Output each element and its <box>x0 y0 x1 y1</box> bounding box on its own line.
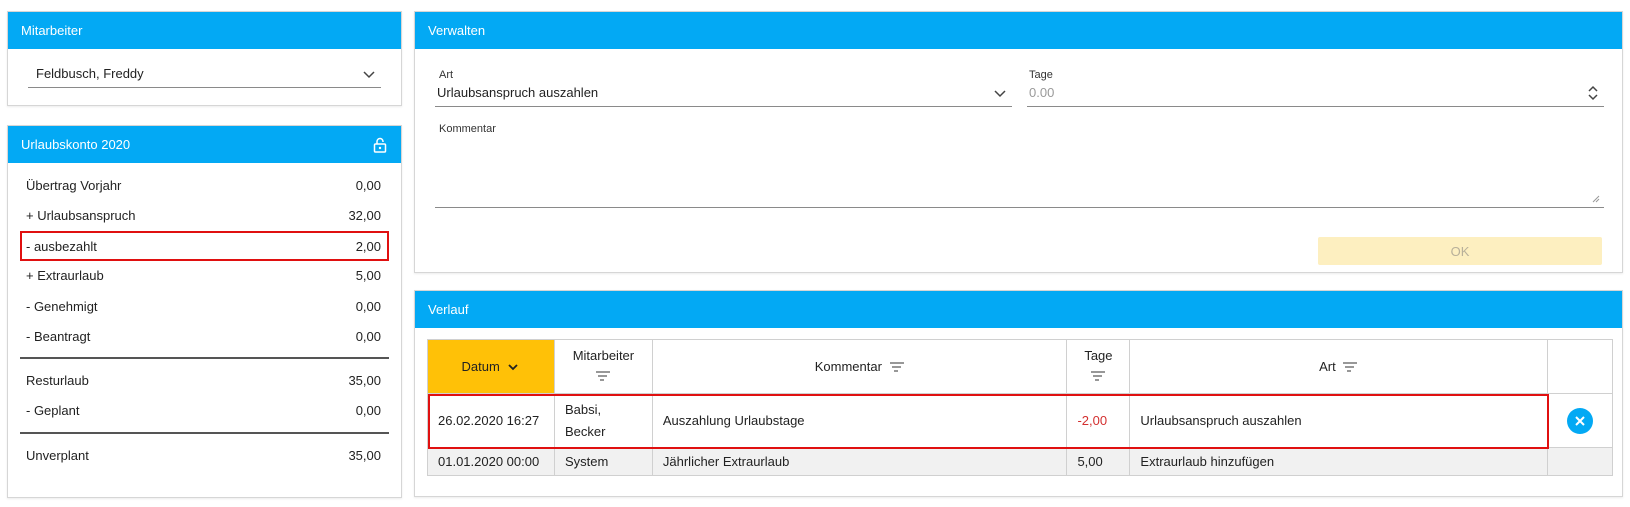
history-panel-title: Verlauf <box>428 302 469 317</box>
column-header-label: Datum <box>461 358 500 374</box>
cell-datum: 26.02.2020 16:27 <box>427 393 555 448</box>
sort-icon <box>1343 362 1358 373</box>
account-row-value: 0,00 <box>355 402 381 418</box>
account-divider <box>20 432 389 434</box>
table-row[interactable]: 01.01.2020 00:00 System Jährlicher Extra… <box>427 447 1614 476</box>
account-row-approved: - Genehmigt 0,00 <box>20 291 389 321</box>
account-row-requested: - Beantragt 0,00 <box>20 321 389 351</box>
column-header-mitarbeiter[interactable]: Mitarbeiter <box>553 339 653 394</box>
column-header-actions <box>1546 339 1614 394</box>
account-row-label: - Beantragt <box>26 328 91 344</box>
ok-button[interactable]: OK <box>1318 237 1602 265</box>
table-row[interactable]: 26.02.2020 16:27 Babsi, Becker Auszahlun… <box>427 393 1614 448</box>
cell-datum: 01.01.2020 00:00 <box>427 447 555 476</box>
cell-tage: -2,00 <box>1066 393 1131 448</box>
manage-panel-header: Verwalten <box>415 12 1622 49</box>
manage-panel: Verwalten Art Urlaubsanspruch auszahlen … <box>414 11 1623 273</box>
chevron-down-icon <box>508 364 519 371</box>
account-row-value: 32,00 <box>348 207 381 223</box>
column-header-art[interactable]: Art <box>1129 339 1548 394</box>
account-row-value: 5,00 <box>355 267 381 283</box>
delete-entry-button[interactable] <box>1566 407 1593 434</box>
account-row-label: Übertrag Vorjahr <box>26 177 122 193</box>
tage-label: Tage <box>1029 69 1053 81</box>
cell-art: Urlaubsanspruch auszahlen <box>1129 393 1548 448</box>
lock-open-icon[interactable] <box>372 137 388 153</box>
column-header-label: Kommentar <box>814 358 882 374</box>
account-row-unplanned: Unverplant 35,00 <box>20 440 389 470</box>
cell-mitarbeiter-line: Becker <box>564 423 606 439</box>
account-row-label: Resturlaub <box>26 372 89 388</box>
account-row-remaining: Resturlaub 35,00 <box>20 365 389 395</box>
vacation-account-header: Urlaubskonto 2020 <box>8 126 401 163</box>
vacation-account-title: Urlaubskonto 2020 <box>21 137 131 152</box>
account-row-extra-leave: + Extraurlaub 5,00 <box>20 260 389 290</box>
employee-panel-title: Mitarbeiter <box>21 23 83 38</box>
art-select[interactable]: Urlaubsanspruch auszahlen <box>435 83 1012 107</box>
vacation-account-panel: Urlaubskonto 2020 Übertrag Vorjahr 0,00 … <box>7 125 402 498</box>
account-row-label: - Geplant <box>26 402 80 418</box>
comment-textarea[interactable] <box>435 138 1604 208</box>
sort-icon <box>596 370 611 381</box>
account-divider <box>20 357 389 359</box>
history-panel-header: Verlauf <box>415 291 1622 328</box>
sort-icon <box>1091 370 1106 381</box>
history-table: Datum Mitarbeiter Kommentar Tage Art 26.… <box>427 339 1614 476</box>
account-row-label: - ausbezahlt <box>26 238 97 254</box>
chevron-down-icon <box>994 89 1006 97</box>
cell-actions <box>1546 447 1614 476</box>
account-row-carryover: Übertrag Vorjahr 0,00 <box>20 170 389 200</box>
art-select-value: Urlaubsanspruch auszahlen <box>437 85 599 100</box>
cell-actions <box>1546 393 1614 448</box>
account-row-label: Unverplant <box>26 447 89 463</box>
spinner-updown-icon[interactable] <box>1586 85 1600 101</box>
employee-select-value: Feldbusch, Freddy <box>36 66 144 81</box>
cell-tage: 5,00 <box>1066 447 1131 476</box>
account-row-entitlement: + Urlaubsanspruch 32,00 <box>20 200 389 230</box>
account-row-label: + Extraurlaub <box>26 267 104 283</box>
column-header-datum[interactable]: Datum <box>427 339 555 394</box>
history-header-row: Datum Mitarbeiter Kommentar Tage Art <box>427 339 1614 394</box>
history-panel: Verlauf Datum Mitarbeiter Kommentar Tage… <box>414 290 1623 497</box>
account-row-value: 0,00 <box>355 298 381 314</box>
chevron-down-icon <box>363 70 375 78</box>
manage-panel-title: Verwalten <box>428 23 486 38</box>
account-row-value: 2,00 <box>355 238 381 254</box>
column-header-label: Tage <box>1084 347 1113 363</box>
account-row-value: 35,00 <box>348 447 381 463</box>
column-header-tage[interactable]: Tage <box>1066 339 1131 394</box>
close-icon <box>1575 415 1585 426</box>
column-header-kommentar[interactable]: Kommentar <box>651 339 1068 394</box>
cell-mitarbeiter: System <box>553 447 653 476</box>
column-header-label: Mitarbeiter <box>572 347 635 363</box>
tage-input[interactable]: 0.00 <box>1027 83 1604 107</box>
cell-kommentar: Auszahlung Urlaubstage <box>651 393 1068 448</box>
employee-panel: Mitarbeiter Feldbusch, Freddy <box>7 11 402 106</box>
cell-art: Extraurlaub hinzufügen <box>1129 447 1548 476</box>
employee-select[interactable]: Feldbusch, Freddy <box>28 64 381 88</box>
account-row-paid-out: - ausbezahlt 2,00 <box>20 231 389 261</box>
resize-handle-icon[interactable] <box>1592 195 1600 203</box>
cell-mitarbeiter: Babsi, Becker <box>553 393 653 448</box>
sort-icon <box>889 362 904 373</box>
column-header-label: Art <box>1319 358 1336 374</box>
account-row-value: 0,00 <box>355 177 381 193</box>
cell-mitarbeiter-line: Babsi, <box>564 401 602 417</box>
account-row-label: - Genehmigt <box>26 298 98 314</box>
employee-panel-header: Mitarbeiter <box>8 12 401 49</box>
comment-label: Kommentar <box>439 123 496 135</box>
account-row-value: 0,00 <box>355 328 381 344</box>
tage-input-placeholder: 0.00 <box>1029 85 1055 100</box>
cell-kommentar: Jährlicher Extraurlaub <box>651 447 1068 476</box>
account-row-planned: - Geplant 0,00 <box>20 395 389 425</box>
art-label: Art <box>439 69 454 81</box>
account-row-label: + Urlaubsanspruch <box>26 207 136 223</box>
account-row-value: 35,00 <box>348 372 381 388</box>
